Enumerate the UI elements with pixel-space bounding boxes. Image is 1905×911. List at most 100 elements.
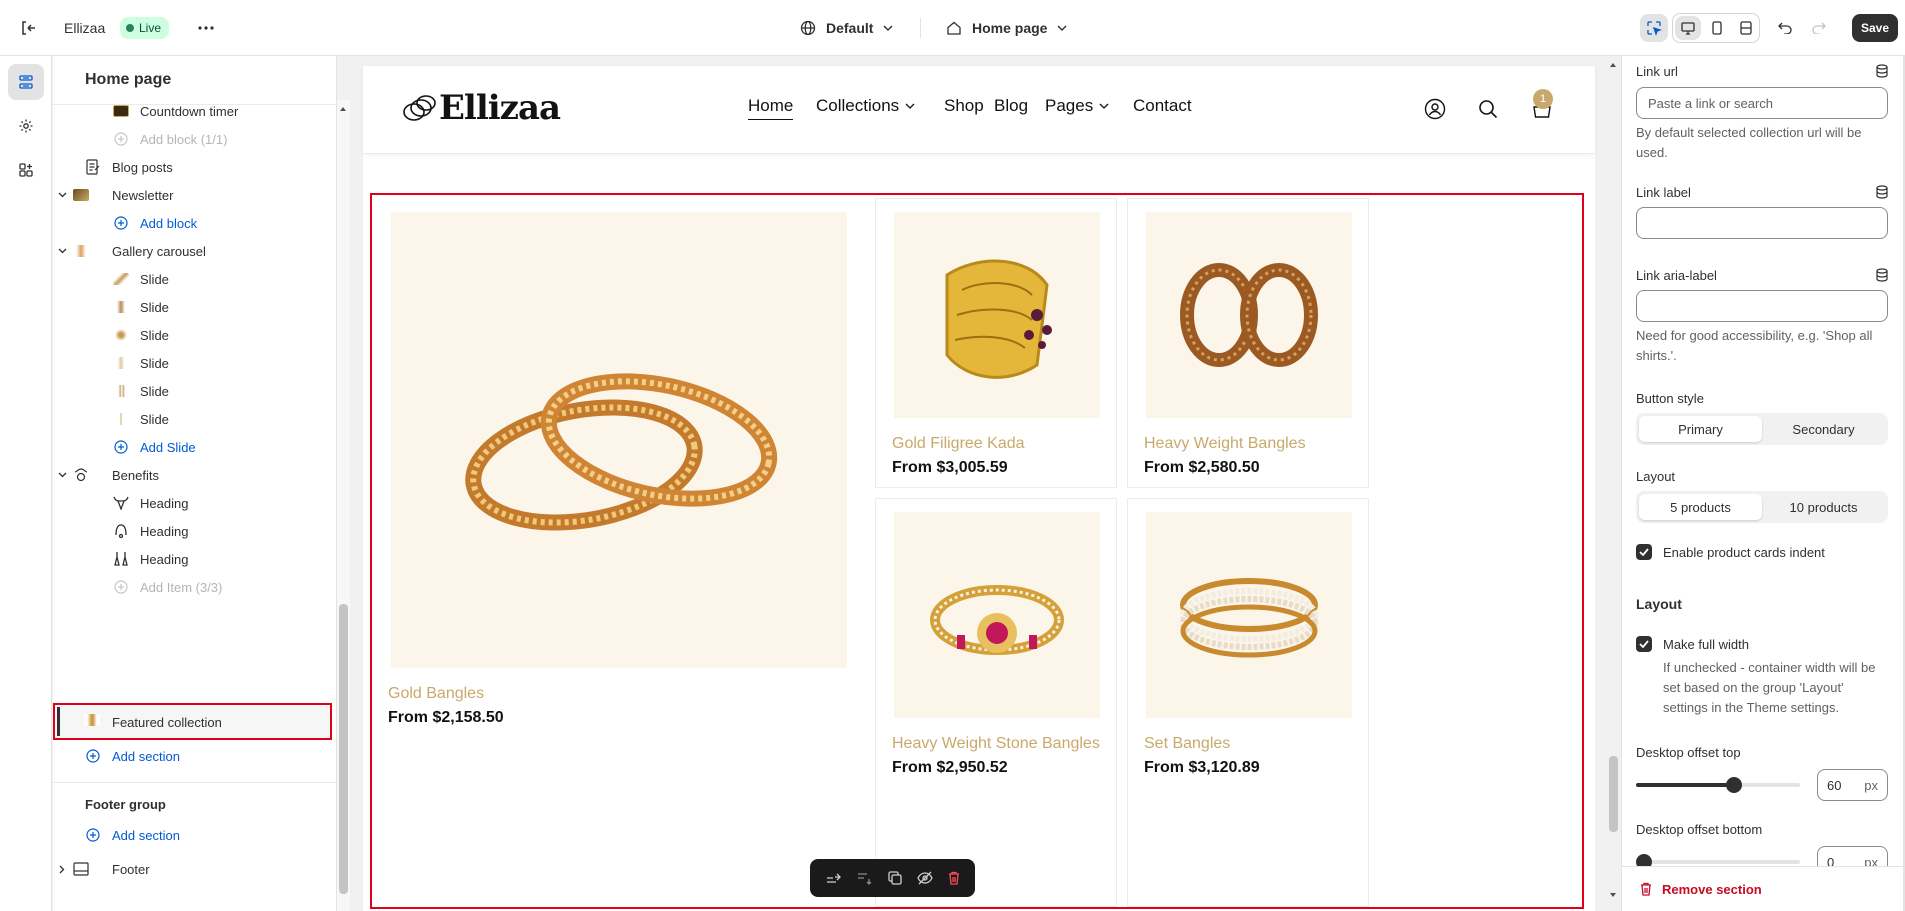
product-image[interactable] xyxy=(894,212,1100,418)
scroll-down-arrow-icon[interactable] xyxy=(1609,892,1617,898)
hide-icon[interactable] xyxy=(916,871,933,885)
offset-bottom-slider-track[interactable] xyxy=(1636,860,1800,864)
chevron-right-icon[interactable] xyxy=(56,865,68,874)
live-dot-icon xyxy=(126,24,134,32)
product-image[interactable] xyxy=(391,212,847,668)
delete-icon[interactable] xyxy=(948,871,960,885)
nav-label: Collections xyxy=(816,96,900,115)
button-style-secondary[interactable]: Secondary xyxy=(1762,416,1885,442)
button-style-primary[interactable]: Primary xyxy=(1639,416,1762,442)
remove-section-label: Remove section xyxy=(1662,881,1762,897)
add-circle-icon xyxy=(112,578,130,596)
move-up-icon[interactable] xyxy=(826,871,842,885)
save-button[interactable]: Save xyxy=(1852,14,1899,42)
live-status-text: Live xyxy=(139,21,162,35)
earrings-icon xyxy=(112,550,130,568)
product-card[interactable]: Gold Filigree Kada From $3,005.59 xyxy=(875,198,1117,488)
product-card[interactable]: Heavy Weight Stone Bangles From $2,950.5… xyxy=(875,498,1117,907)
fullscreen-view-icon[interactable] xyxy=(1733,16,1759,40)
layout-10-products[interactable]: 10 products xyxy=(1762,494,1885,520)
remove-section-button[interactable]: Remove section xyxy=(1622,866,1905,911)
tree-item-label: Footer xyxy=(112,861,150,877)
redo-icon[interactable] xyxy=(1805,14,1833,42)
add-circle-icon xyxy=(112,130,130,148)
product-title[interactable]: Heavy Weight Stone Bangles xyxy=(892,735,1100,753)
tree-item-label: Countdown timer xyxy=(140,103,239,119)
featured-collection-section-selected[interactable]: Gold Bangles From $2,158.50 Gold Filigre… xyxy=(370,193,1584,909)
more-actions-icon[interactable] xyxy=(196,0,216,56)
add-circle-icon xyxy=(112,214,130,232)
link-url-input[interactable] xyxy=(1636,87,1888,119)
sidebar-scrollbar-thumb[interactable] xyxy=(339,604,348,894)
tree-item-label: Add Slide xyxy=(140,439,196,455)
footer-add-section-button[interactable]: Add section xyxy=(53,819,329,851)
offset-top-slider-thumb[interactable] xyxy=(1726,777,1743,793)
nav-contact[interactable]: Contact xyxy=(1133,96,1192,116)
add-section-label: Add section xyxy=(112,827,180,843)
product-image[interactable] xyxy=(894,512,1100,718)
settings-gear-icon[interactable] xyxy=(8,108,44,144)
product-card[interactable]: Set Bangles From $3,120.89 xyxy=(1127,498,1369,907)
sections-icon[interactable] xyxy=(8,64,44,100)
product-title[interactable]: Gold Bangles xyxy=(388,685,484,703)
scroll-up-arrow-icon[interactable] xyxy=(1609,62,1617,68)
link-label-input[interactable] xyxy=(1636,207,1888,239)
nav-pages[interactable]: Pages xyxy=(1045,96,1109,116)
product-image[interactable] xyxy=(1146,512,1352,718)
tree-item-featured-collection-selected[interactable]: Featured collection xyxy=(53,703,332,740)
chevron-down-icon[interactable] xyxy=(56,472,68,478)
icon-rail xyxy=(0,56,52,911)
offset-top-input[interactable]: 60 px xyxy=(1817,769,1888,801)
product-card-large[interactable]: Gold Bangles From $2,158.50 xyxy=(372,195,867,907)
slide-thumb-icon xyxy=(112,382,130,400)
desktop-view-icon[interactable] xyxy=(1675,16,1701,40)
section-settings-panel: Link url By default selected collection … xyxy=(1621,56,1905,911)
nav-collections[interactable]: Collections xyxy=(816,96,915,116)
dynamic-source-icon[interactable] xyxy=(1875,64,1889,78)
product-price: From $2,950.52 xyxy=(892,759,1008,776)
chevron-down-icon[interactable] xyxy=(56,192,68,198)
full-width-checkbox[interactable] xyxy=(1636,636,1652,652)
tree-item-label: Slide xyxy=(140,355,169,371)
account-icon[interactable] xyxy=(1422,96,1448,122)
nav-label: Pages xyxy=(1045,96,1094,115)
nav-blog[interactable]: Blog xyxy=(994,96,1028,116)
globe-icon xyxy=(800,20,816,36)
move-down-icon[interactable] xyxy=(857,871,873,885)
layout-5-products[interactable]: 5 products xyxy=(1639,494,1762,520)
tree-item-label: Slide xyxy=(140,327,169,343)
duplicate-icon[interactable] xyxy=(887,871,902,885)
tree-item-label: Featured collection xyxy=(112,715,222,730)
chevron-down-icon[interactable] xyxy=(56,248,68,254)
product-image[interactable] xyxy=(1146,212,1352,418)
tree-item-footer[interactable]: Footer xyxy=(53,853,329,885)
theme-selector[interactable]: Default xyxy=(800,0,893,56)
product-title[interactable]: Heavy Weight Bangles xyxy=(1144,435,1306,453)
undo-icon[interactable] xyxy=(1771,14,1799,42)
store-logo[interactable]: Ellizaa xyxy=(401,88,561,128)
indent-checkbox-label: Enable product cards indent xyxy=(1663,545,1825,560)
product-card[interactable]: Heavy Weight Bangles From $2,580.50 xyxy=(1127,198,1369,488)
page-selector[interactable]: Home page xyxy=(946,0,1067,56)
nav-home[interactable]: Home xyxy=(748,96,794,120)
mobile-view-icon[interactable] xyxy=(1704,16,1730,40)
search-icon[interactable] xyxy=(1475,96,1501,122)
offset-top-slider-fill xyxy=(1636,783,1735,787)
dynamic-source-icon[interactable] xyxy=(1875,268,1889,282)
tree-item-label: Heading xyxy=(140,551,189,567)
apps-icon[interactable] xyxy=(8,152,44,188)
link-aria-label-input[interactable] xyxy=(1636,290,1888,322)
add-section-button[interactable]: Add section xyxy=(53,740,329,772)
inspector-toggle-icon[interactable] xyxy=(1640,14,1668,42)
exit-icon[interactable] xyxy=(16,0,40,56)
nav-shop[interactable]: Shop xyxy=(944,96,984,116)
footer-icon xyxy=(72,860,90,878)
indent-checkbox[interactable] xyxy=(1636,544,1652,560)
product-title[interactable]: Gold Filigree Kada xyxy=(892,435,1025,453)
product-title[interactable]: Set Bangles xyxy=(1144,735,1230,753)
preview-scrollbar-thumb[interactable] xyxy=(1609,756,1618,832)
chevron-down-icon xyxy=(883,25,893,31)
scroll-up-arrow-icon[interactable] xyxy=(339,106,347,112)
full-width-help: If unchecked - container width will be s… xyxy=(1663,660,1876,715)
dynamic-source-icon[interactable] xyxy=(1875,185,1889,199)
